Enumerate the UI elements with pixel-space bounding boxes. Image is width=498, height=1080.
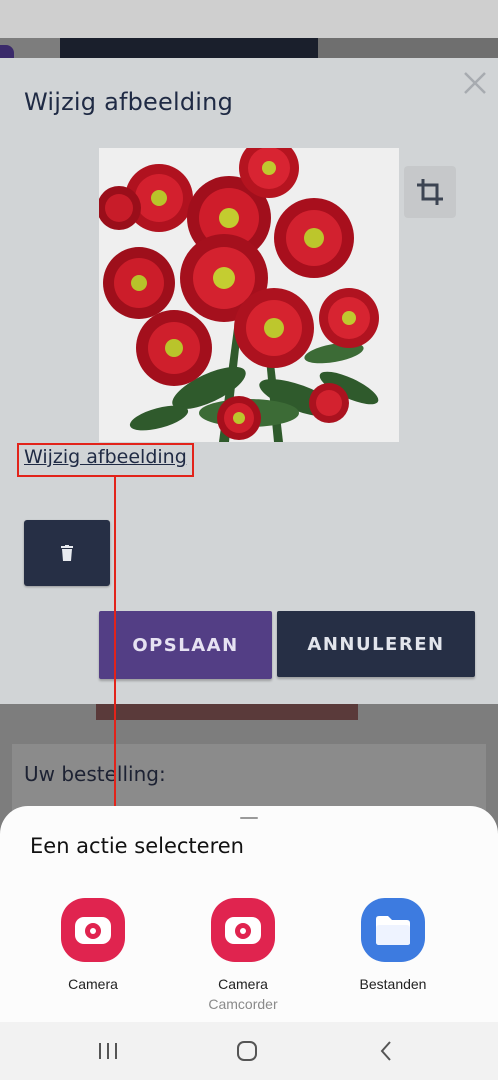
app-sublabel: Camcorder	[208, 996, 278, 1012]
save-button[interactable]: OPSLAAN	[99, 611, 272, 679]
crop-icon	[417, 179, 443, 205]
app-label: Bestanden	[359, 976, 427, 992]
flower-image	[99, 148, 399, 442]
product-image	[99, 148, 399, 442]
delete-image-button[interactable]	[24, 520, 110, 586]
sheet-handle[interactable]	[240, 817, 258, 819]
app-logo	[0, 45, 14, 58]
home-icon	[237, 1041, 257, 1061]
edit-image-modal: Wijzig afbeelding Wijzig afbeelding OPSL…	[0, 58, 498, 704]
status-bar	[0, 0, 498, 38]
recents-icon	[99, 1043, 117, 1059]
camcorder-icon	[211, 898, 275, 962]
background-product-image	[96, 704, 358, 720]
close-icon	[464, 72, 486, 94]
home-button[interactable]	[227, 1036, 267, 1066]
folder-icon	[361, 898, 425, 962]
back-button[interactable]	[366, 1036, 406, 1066]
cancel-button[interactable]: ANNULEREN	[277, 611, 475, 677]
modal-title: Wijzig afbeelding	[24, 88, 234, 116]
order-label: Uw bestelling:	[24, 762, 166, 786]
close-button[interactable]	[458, 66, 492, 100]
crop-button[interactable]	[404, 166, 456, 218]
trash-icon	[61, 545, 73, 561]
background-header-right	[318, 38, 498, 58]
app-label: Camera	[218, 976, 268, 992]
app-label: Camera	[68, 976, 118, 992]
app-option-files[interactable]: Bestanden	[333, 898, 453, 992]
app-option-camcorder[interactable]: Camera Camcorder	[183, 898, 303, 1012]
annotation-highlight-box	[17, 443, 194, 477]
back-icon	[380, 1041, 391, 1061]
recents-button[interactable]	[88, 1036, 128, 1066]
sheet-title: Een actie selecteren	[30, 834, 244, 858]
navigation-bar	[0, 1022, 498, 1080]
action-sheet: Een actie selecteren Camera Camera Camco…	[0, 806, 498, 1022]
camera-icon	[61, 898, 125, 962]
app-option-camera[interactable]: Camera	[33, 898, 153, 992]
background-header	[60, 38, 318, 58]
